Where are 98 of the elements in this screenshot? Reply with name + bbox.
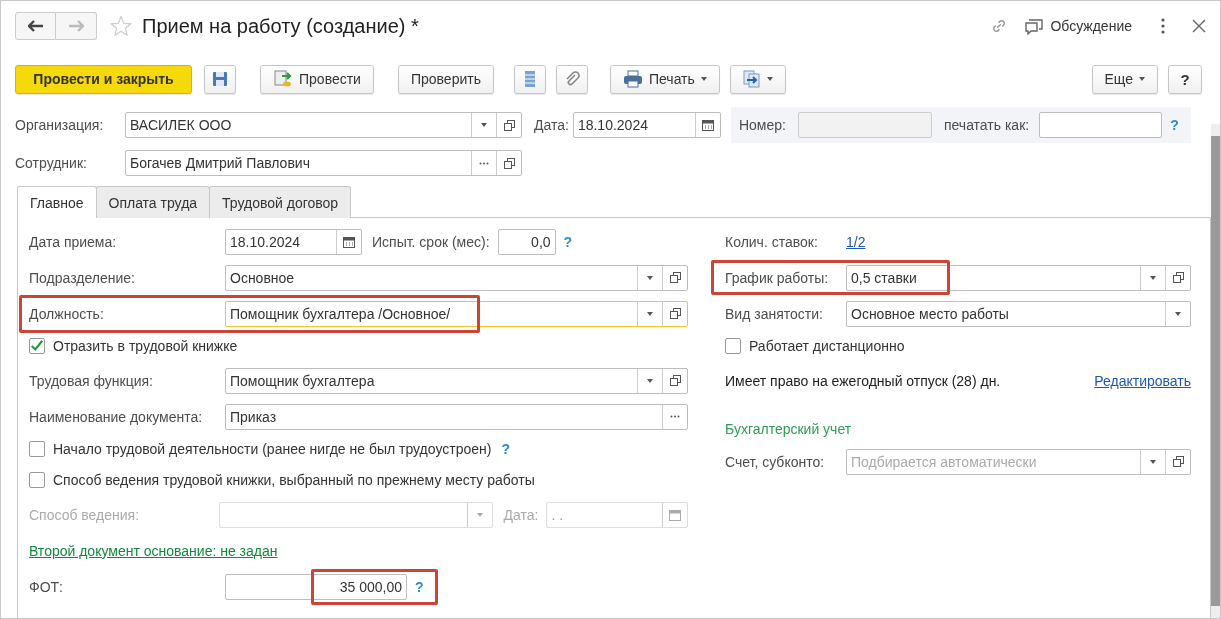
more-button[interactable]: Еще [1091,64,1158,94]
caret-icon [477,512,484,517]
field-label: Наименование документа: [29,408,204,425]
open-window-icon [1172,272,1184,283]
labor-function-field[interactable]: Помощник бухгалтера [225,367,688,394]
printer-icon [622,70,643,88]
hire-date-field[interactable]: 18.10.2024 [225,228,362,255]
caret-icon [700,77,707,81]
section-heading: Бухгалтерский учет [725,421,852,437]
post-button[interactable]: Провести [260,64,374,94]
calendar-icon [669,508,681,521]
close-icon[interactable] [1192,19,1206,33]
post-and-close-button[interactable]: Провести и закрыть [15,64,192,94]
caret-icon [1150,275,1156,280]
attach-button[interactable] [555,64,588,94]
print-button[interactable]: Печать [609,64,720,94]
more-dots-icon [670,415,680,418]
employment-type-field[interactable]: Основное место работы [846,300,1191,327]
checkbox-label: Способ ведения трудовой книжки, выбранный по прежнему месту работы [53,472,535,488]
open-window-icon [503,157,515,169]
open-window-icon [669,272,681,283]
back-button[interactable] [15,12,56,40]
field-label: Дата: [534,117,569,133]
right-arrow-icon [68,20,84,32]
chat-icon [1024,17,1045,35]
department-field[interactable]: Основное [225,264,688,291]
position-field[interactable]: Помощник бухгалтера /Основное/ [225,300,688,327]
vacation-note: Имеет право на ежегодный отпуск (28) дн. [725,372,1001,389]
field-label: печатать как: [943,117,1030,133]
checkbox[interactable] [29,441,45,457]
scrollbar[interactable] [1211,124,1220,618]
field-label: Дата: [503,506,539,523]
caret-icon [647,275,653,280]
method-field[interactable] [219,501,494,528]
caret-icon [1175,311,1181,316]
schedule-field[interactable]: 0,5 ставки [846,264,1191,291]
caret-icon [647,378,653,383]
list-icon [523,70,536,88]
date-field[interactable]: 18.10.2024 [572,112,721,138]
field-label: Трудовая функция: [29,372,154,389]
print-as-field[interactable] [1039,112,1163,138]
field-label: Организация: [15,117,105,133]
check-button[interactable]: Проверить [397,64,494,94]
rates-link[interactable]: 1/2 [846,233,866,250]
checkbox-label: Работает дистанционно [749,338,905,354]
caret-icon [647,311,653,316]
field-label: Счет, субконто: [725,453,826,470]
more-dots-icon [479,161,489,165]
field-label: График работы: [725,269,830,286]
help-button[interactable]: ? [1168,64,1202,94]
organization-field[interactable]: ВАСИЛЕК ООО [125,112,522,138]
save-button[interactable] [204,64,236,94]
caret-icon [481,123,487,127]
checkbox-label: Начало трудовой деятельности (ранее нигде не был трудоустроен) [53,441,492,457]
open-window-icon [669,375,681,386]
caret-icon [1150,459,1156,464]
help-link[interactable]: ? [501,441,510,457]
payroll-field[interactable]: 35 000,00 [225,573,407,600]
caret-icon [1139,77,1145,81]
star-icon[interactable] [110,15,132,37]
checkbox[interactable] [29,472,45,488]
checkbox[interactable] [29,338,45,354]
field-label: Подразделение: [29,269,136,286]
checkbox[interactable] [725,338,741,354]
send-button[interactable] [729,64,786,94]
open-window-icon [669,308,681,319]
tab[interactable]: Главное [17,186,97,218]
edit-link[interactable]: Редактировать [1094,372,1191,389]
field-label: Способ ведения: [29,506,141,523]
probation-field[interactable]: 0,0 [497,228,556,255]
field-label: Испыт. срок (мес): [372,233,490,250]
calendar-icon [701,119,714,131]
field-label: Дата приема: [29,233,118,250]
calendar-icon [343,235,355,248]
document-post-icon [273,70,293,88]
document-name-field[interactable]: Приказ [225,403,688,430]
open-window-icon [503,119,515,131]
field-label: Номер: [738,117,786,133]
second-document-link[interactable]: Второй документ основание: не задан [29,542,278,559]
field-label: Колич. ставок: [725,233,819,250]
tab[interactable]: Оплата труда [95,186,211,218]
open-window-icon [1172,456,1184,467]
help-link[interactable]: ? [563,233,573,250]
field-label: Должность: [29,305,105,322]
field-label: Вид занятости: [725,305,824,322]
discussion-button[interactable]: Обсуждение [1024,17,1132,35]
list-button[interactable] [513,64,546,94]
more-menu-icon[interactable] [1160,17,1166,35]
field-label: Сотрудник: [15,155,88,171]
checkbox-label: Отразить в трудовой книжке [53,338,238,354]
field-label: ФОТ: [29,578,64,595]
help-link[interactable]: ? [415,578,424,595]
window-title: Прием на работу (создание) * [142,14,419,38]
document-arrow-icon [742,70,761,88]
caret-icon [766,77,773,81]
tab[interactable]: Трудовой договор [209,186,352,218]
employee-field[interactable]: Богачев Дмитрий Павлович [125,150,522,176]
left-arrow-icon [27,20,44,32]
